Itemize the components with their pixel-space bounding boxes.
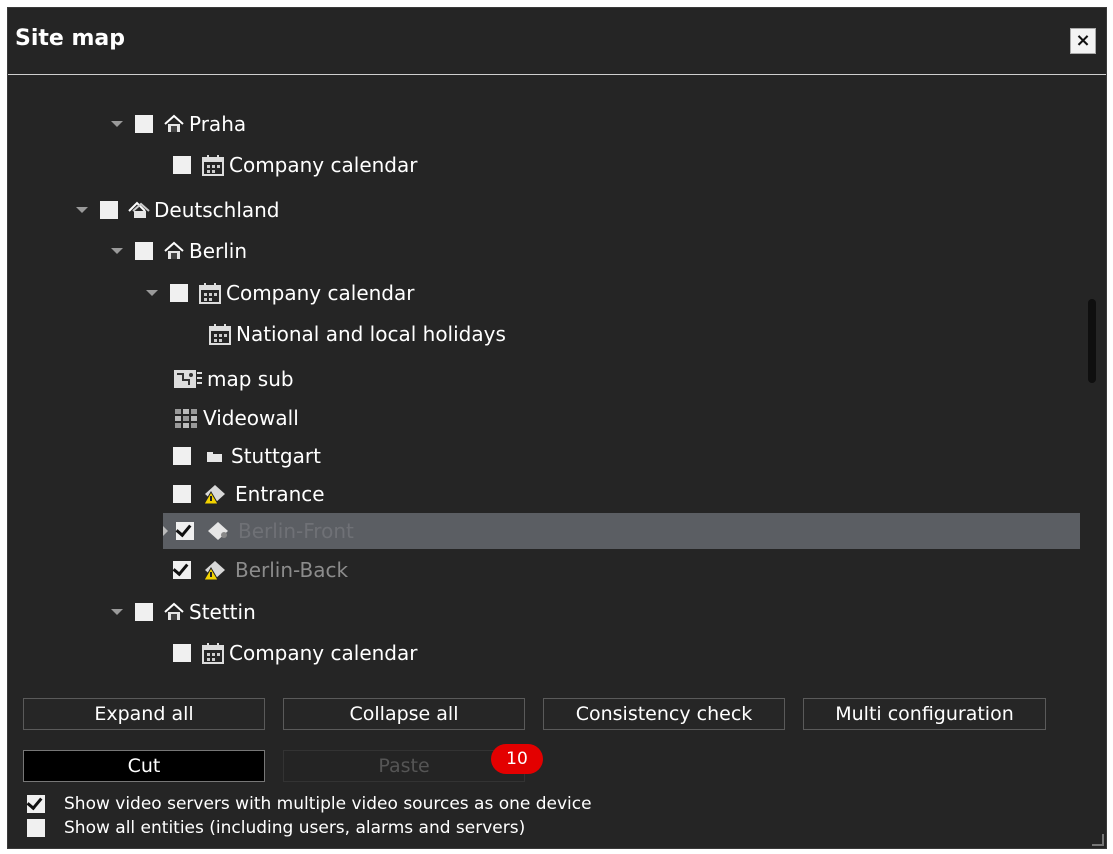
calendar-icon <box>202 155 224 176</box>
multi-configuration-button[interactable]: Multi configuration <box>803 698 1046 730</box>
close-button[interactable]: × <box>1070 28 1096 54</box>
tree-item-map-sub[interactable]: map sub <box>173 361 294 397</box>
camera-warning-icon <box>203 485 225 505</box>
tree-item-stettin[interactable]: Stettin <box>111 594 256 630</box>
option-show-all-entities[interactable]: Show all entities (including users, alar… <box>27 818 525 838</box>
expand-arrow-icon[interactable] <box>111 121 123 127</box>
expand-arrow-icon[interactable] <box>111 609 123 615</box>
site-tree: Praha Company calendar Deutschland Berli… <box>8 75 1106 675</box>
house-icon <box>164 241 184 259</box>
tree-item-label: Stettin <box>189 600 256 624</box>
tree-item-label: Stuttgart <box>231 444 321 468</box>
house-icon <box>164 602 184 620</box>
tree-item-label: Praha <box>189 112 247 136</box>
expand-arrow-icon[interactable] <box>146 290 158 296</box>
checkbox-checked[interactable] <box>27 795 45 813</box>
checkbox[interactable] <box>173 447 191 465</box>
tree-item-label: Company calendar <box>226 281 415 305</box>
checkbox[interactable] <box>173 485 191 503</box>
expand-arrow-icon[interactable] <box>76 207 88 213</box>
tree-item-label: Deutschland <box>154 198 280 222</box>
option-label: Show video servers with multiple video s… <box>64 794 592 814</box>
tree-item-label: Company calendar <box>229 153 418 177</box>
option-label: Show all entities (including users, alar… <box>64 818 526 838</box>
checkbox[interactable] <box>173 156 191 174</box>
tree-item-label: Berlin <box>189 239 248 263</box>
tree-item-holidays[interactable]: National and local holidays <box>208 316 506 352</box>
calendar-icon <box>202 643 224 664</box>
calendar-icon <box>209 324 231 345</box>
camera-warning-icon <box>203 561 225 581</box>
checkbox[interactable] <box>135 242 153 260</box>
tree-item-label: Berlin-Back <box>235 558 349 582</box>
dialog-title: Site map <box>15 26 125 51</box>
resize-grip[interactable] <box>1092 834 1104 846</box>
tree-item-berlin-back[interactable]: Berlin-Back <box>173 552 348 588</box>
tree-item-praha-calendar[interactable]: Company calendar <box>173 147 417 183</box>
tree-item-label: Company calendar <box>229 641 418 665</box>
checkbox[interactable] <box>135 603 153 621</box>
title-bar: Site map × <box>8 8 1106 75</box>
tree-item-praha[interactable]: Praha <box>111 106 246 142</box>
tree-item-berlin-front[interactable]: Berlin-Front <box>163 513 1080 549</box>
consistency-check-button[interactable]: Consistency check <box>543 698 785 730</box>
option-show-video-servers[interactable]: Show video servers with multiple video s… <box>27 794 592 814</box>
calendar-icon <box>199 283 221 304</box>
scrollbar-thumb[interactable] <box>1088 299 1096 383</box>
videowall-icon <box>175 409 197 428</box>
tree-item-videowall[interactable]: Videowall <box>173 400 299 436</box>
tree-item-label: National and local holidays <box>236 322 506 346</box>
checkbox[interactable] <box>27 819 45 837</box>
expand-arrow-icon[interactable] <box>111 248 123 254</box>
checkbox-checked[interactable] <box>173 561 191 579</box>
expand-all-button[interactable]: Expand all <box>23 698 265 730</box>
site-map-dialog: Site map × Praha Company calendar Deutsc… <box>7 7 1107 849</box>
camera-icon <box>208 522 228 540</box>
tree-item-deutschland[interactable]: Deutschland <box>76 192 280 228</box>
checkbox[interactable] <box>173 644 191 662</box>
tree-item-label: map sub <box>207 367 294 391</box>
count-badge: 10 <box>491 744 543 774</box>
tree-item-berlin[interactable]: Berlin <box>111 233 247 269</box>
tree-item-label: Entrance <box>235 482 325 506</box>
checkbox-checked[interactable] <box>176 522 194 540</box>
map-icon <box>174 370 202 388</box>
checkbox[interactable] <box>135 115 153 133</box>
tree-item-berlin-calendar[interactable]: Company calendar <box>146 275 414 311</box>
expand-arrow-icon[interactable] <box>163 526 168 536</box>
tree-item-stuttgart[interactable]: Stuttgart <box>173 438 321 474</box>
tree-item-label: Videowall <box>203 406 299 430</box>
house-icon <box>164 114 184 132</box>
checkbox[interactable] <box>100 201 118 219</box>
checkbox[interactable] <box>170 284 188 302</box>
tree-item-stettin-calendar[interactable]: Company calendar <box>173 635 417 671</box>
paste-button[interactable]: Paste <box>283 750 525 782</box>
tree-item-label: Berlin-Front <box>238 519 354 543</box>
cut-button[interactable]: Cut <box>23 750 265 782</box>
tree-item-entrance[interactable]: Entrance <box>173 476 325 512</box>
collapse-all-button[interactable]: Collapse all <box>283 698 525 730</box>
folder-icon <box>207 452 222 462</box>
country-icon <box>128 201 150 218</box>
